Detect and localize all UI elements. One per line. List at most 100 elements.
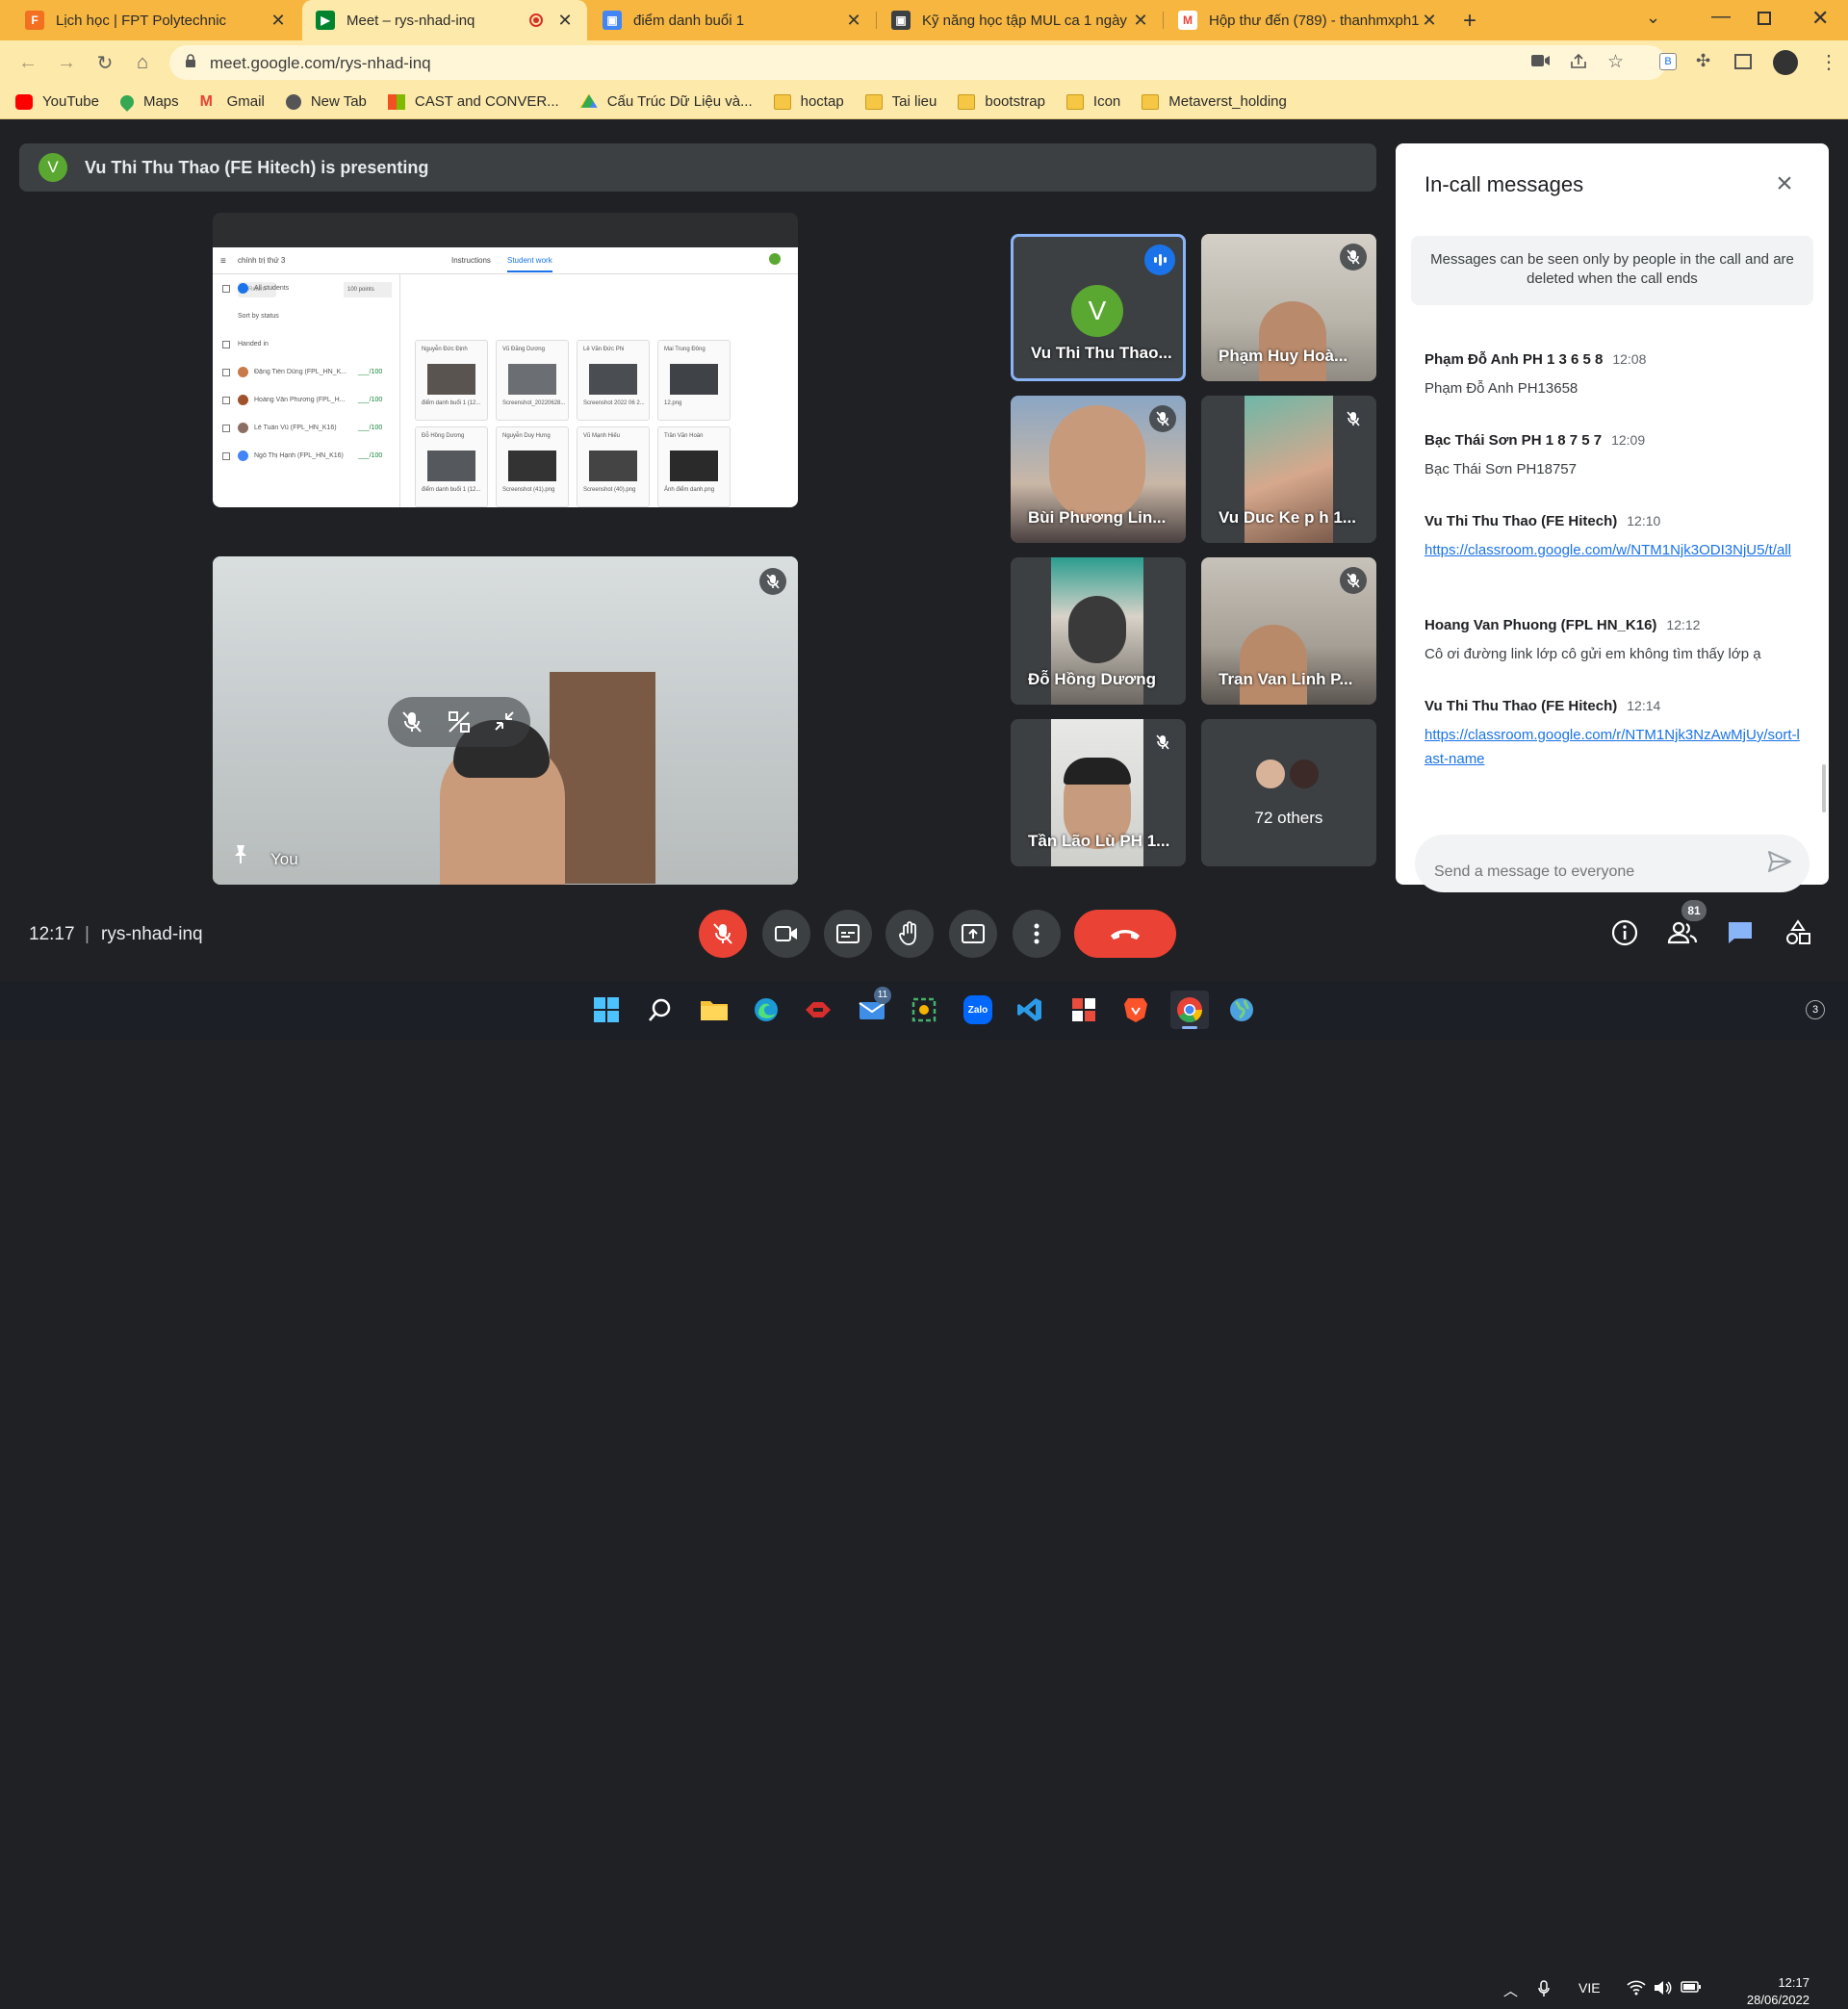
- activities-button[interactable]: [1779, 914, 1817, 952]
- side-panel-icon[interactable]: [1734, 54, 1752, 69]
- file-explorer-icon[interactable]: [695, 991, 733, 1029]
- tab-ky-nang[interactable]: ▣ Kỹ năng học tập MUL ca 1 ngày ✕: [878, 0, 1163, 40]
- bookmark-icon[interactable]: Icon: [1065, 93, 1120, 110]
- chrome-icon[interactable]: [1170, 991, 1209, 1029]
- volume-icon[interactable]: [1654, 1980, 1673, 1999]
- address-bar[interactable]: meet.google.com/rys-nhad-inq ☆: [169, 45, 1666, 80]
- captions-button[interactable]: [824, 910, 872, 958]
- chat-message-input[interactable]: [1415, 835, 1810, 892]
- tab-gmail[interactable]: M Hộp thư đến (789) - thanhmxph1 ✕: [1165, 0, 1451, 40]
- bookmark-hoctap[interactable]: hoctap: [773, 93, 844, 110]
- mail-icon[interactable]: 11: [853, 987, 891, 1029]
- microphone-toggle-button[interactable]: [699, 910, 747, 958]
- menu-kebab-icon[interactable]: ⋮: [1819, 50, 1838, 74]
- camera-icon[interactable]: [1531, 54, 1551, 72]
- minimize-arrows-icon[interactable]: [494, 710, 515, 736]
- game-icon[interactable]: [799, 991, 837, 1029]
- extension-b-icon[interactable]: B: [1659, 53, 1677, 70]
- chevron-up-icon[interactable]: ︿: [1503, 1980, 1518, 2000]
- edge-icon[interactable]: [747, 991, 785, 1029]
- self-view-tile[interactable]: You: [213, 556, 798, 885]
- bookmark-metaverst[interactable]: Metaverst_holding: [1142, 93, 1287, 110]
- participant-tile-vu-thi-thu-thao[interactable]: V Vu Thi Thu Thao...: [1011, 234, 1186, 381]
- recording-icon: [529, 13, 543, 27]
- send-icon[interactable]: [1766, 848, 1797, 879]
- lock-icon[interactable]: [185, 54, 196, 73]
- mic-off-icon: [1149, 729, 1176, 756]
- office-icon[interactable]: [1065, 991, 1103, 1029]
- close-tab-icon[interactable]: ✕: [845, 11, 862, 31]
- participant-tile-pham-huy-hoa[interactable]: Phạm Huy Hoà...: [1201, 234, 1376, 381]
- submission-card: Nguyễn Duy Hưng Screenshot (41).png: [496, 426, 569, 507]
- participant-tile-do-hong-duong[interactable]: Đỗ Hồng Dương: [1011, 557, 1186, 705]
- minimize-icon[interactable]: —: [1711, 6, 1731, 28]
- camera-toggle-button[interactable]: [762, 910, 810, 958]
- close-window-icon[interactable]: ✕: [1811, 6, 1829, 31]
- search-icon[interactable]: [641, 991, 680, 1029]
- snip-icon[interactable]: [905, 991, 943, 1029]
- maximize-icon[interactable]: [1758, 12, 1771, 25]
- mic-off-icon[interactable]: [401, 710, 423, 738]
- close-icon[interactable]: ×: [1767, 167, 1802, 201]
- message-link[interactable]: https://classroom.google.com/r/NTM1Njk3N…: [1424, 723, 1800, 771]
- participant-tile-vu-duc-ke[interactable]: Vu Duc Ke p h 1...: [1201, 396, 1376, 543]
- raise-hand-button[interactable]: [886, 910, 934, 958]
- language-indicator[interactable]: VIE: [1578, 1980, 1601, 1996]
- battery-icon[interactable]: [1681, 1980, 1702, 1997]
- message-link[interactable]: https://classroom.google.com/w/NTM1Njk3O…: [1424, 538, 1800, 562]
- presentation-tile[interactable]: ≡ chính trị thứ 3 Instructions Student w…: [213, 213, 798, 507]
- globe-icon[interactable]: [1222, 991, 1261, 1029]
- participant-name: Bùi Phương Lin...: [1028, 508, 1167, 527]
- system-clock[interactable]: 12:17 28/06/2022: [1732, 1974, 1810, 2009]
- bookmark-gmail[interactable]: M Gmail: [200, 93, 265, 110]
- bookmark-cau-truc[interactable]: Cấu Trúc Dữ Liệu và...: [579, 93, 753, 110]
- new-tab-icon[interactable]: +: [1463, 8, 1476, 35]
- bookmark-maps[interactable]: Maps: [117, 91, 179, 112]
- bookmark-tai-lieu[interactable]: Tai lieu: [864, 93, 937, 110]
- close-tab-icon[interactable]: ✕: [270, 11, 287, 31]
- others-tile[interactable]: 72 others: [1201, 719, 1376, 866]
- tab-meet[interactable]: ▶ Meet – rys-nhad-inq ✕: [302, 0, 587, 40]
- back-icon[interactable]: ←: [13, 48, 42, 77]
- classwork-title: chính trị thứ 3: [238, 256, 286, 265]
- start-icon[interactable]: [587, 991, 626, 1029]
- tab-lich-hoc[interactable]: F Lịch học | FPT Polytechnic ✕: [12, 0, 300, 40]
- bookmark-cast[interactable]: CAST and CONVER...: [387, 93, 559, 110]
- chat-scrollbar[interactable]: [1822, 764, 1826, 812]
- more-options-button[interactable]: [1013, 910, 1061, 958]
- bookmark-new-tab[interactable]: New Tab: [285, 93, 367, 110]
- pin-icon[interactable]: [230, 843, 251, 869]
- bookmark-youtube[interactable]: YouTube: [15, 93, 99, 110]
- tab-diem-danh[interactable]: ▣ điểm danh buổi 1 ✕: [589, 0, 876, 40]
- extensions-puzzle-icon[interactable]: ✣: [1696, 51, 1710, 71]
- home-icon[interactable]: ⌂: [128, 48, 157, 77]
- close-tab-icon[interactable]: ✕: [1421, 11, 1438, 31]
- chat-button[interactable]: [1721, 914, 1759, 952]
- leave-call-button[interactable]: [1074, 910, 1176, 958]
- bookmark-star-icon[interactable]: ☆: [1607, 51, 1624, 73]
- forward-icon[interactable]: →: [52, 48, 81, 77]
- notification-badge[interactable]: 3: [1806, 1000, 1825, 1019]
- meeting-details-button[interactable]: [1605, 914, 1644, 952]
- participant-tile-bui-phuong-linh[interactable]: Bùi Phương Lin...: [1011, 396, 1186, 543]
- participant-tile-tran-van-linh[interactable]: Tran Van Linh P...: [1201, 557, 1376, 705]
- reload-icon[interactable]: ↻: [90, 48, 119, 77]
- profile-avatar[interactable]: [1773, 50, 1798, 75]
- brave-icon[interactable]: [1116, 991, 1155, 1029]
- participant-tile-tan-lao-lu[interactable]: Tần Lão Lù PH 1...: [1011, 719, 1186, 866]
- zalo-icon[interactable]: Zalo: [959, 991, 997, 1029]
- vscode-icon[interactable]: [1011, 991, 1049, 1029]
- bookmark-bootstrap[interactable]: bootstrap: [958, 93, 1045, 110]
- meeting-clock: 12:17: [29, 924, 75, 944]
- close-tab-icon[interactable]: ✕: [556, 11, 574, 31]
- close-tab-icon[interactable]: ✕: [1132, 11, 1149, 31]
- share-icon[interactable]: [1570, 53, 1587, 74]
- chevron-down-icon[interactable]: ⌄: [1646, 8, 1660, 28]
- microphone-icon[interactable]: [1538, 1980, 1550, 2001]
- present-now-button[interactable]: [949, 910, 997, 958]
- layout-icon[interactable]: [448, 710, 471, 738]
- wifi-icon[interactable]: [1627, 1980, 1646, 1999]
- self-view-controls[interactable]: [388, 697, 530, 747]
- mic-off-icon: [1340, 405, 1367, 432]
- chat-message: Vu Thi Thu Thao (FE Hitech) 12:10 https:/…: [1424, 513, 1800, 562]
